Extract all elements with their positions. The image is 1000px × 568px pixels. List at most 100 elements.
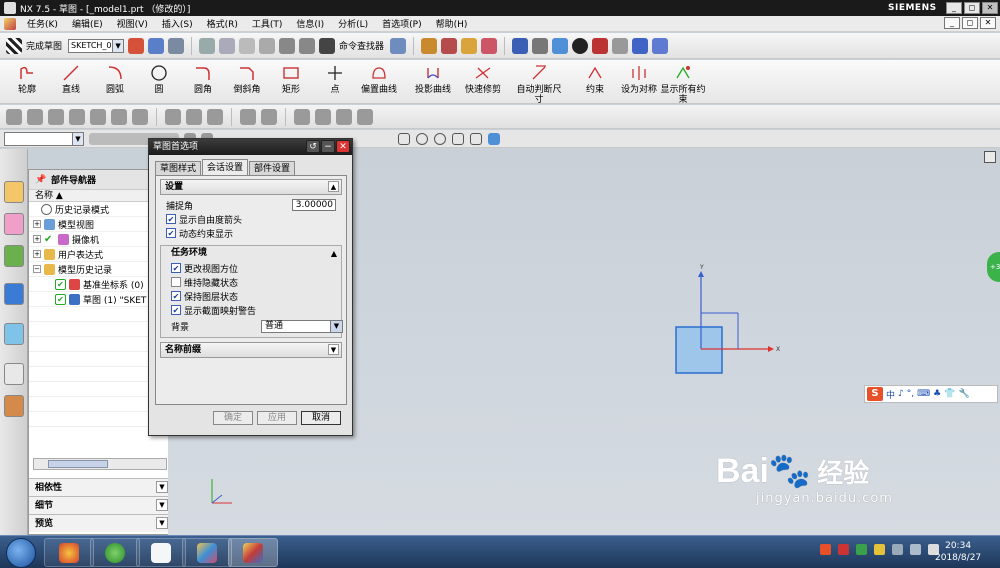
shell-icon[interactable] bbox=[207, 108, 223, 125]
revolve-icon[interactable] bbox=[27, 108, 43, 125]
tool-point[interactable]: 点 bbox=[310, 63, 360, 95]
ime-settings-icon[interactable]: 🔧 bbox=[958, 389, 969, 399]
task-paint[interactable] bbox=[182, 538, 232, 567]
ok-button[interactable]: 确定 bbox=[213, 411, 253, 425]
wcs-icon[interactable] bbox=[441, 37, 458, 54]
pin-icon[interactable]: 📌 bbox=[35, 175, 46, 185]
menu-tools[interactable]: 工具(T) bbox=[245, 17, 290, 30]
midpoint-snap-icon[interactable] bbox=[416, 132, 428, 145]
shield-tray-icon[interactable] bbox=[874, 544, 885, 555]
hole-icon[interactable] bbox=[48, 108, 64, 125]
assistant-badge[interactable]: +3 bbox=[987, 252, 1000, 282]
sketch-view-icon[interactable] bbox=[572, 37, 589, 54]
chevron-up-icon[interactable]: ▲ bbox=[331, 247, 337, 261]
split-body-icon[interactable] bbox=[261, 108, 277, 125]
keep-layer-checkbox[interactable]: ✔ bbox=[171, 291, 181, 301]
menu-task[interactable]: 任务(K) bbox=[20, 17, 65, 30]
menu-help[interactable]: 帮助(H) bbox=[429, 17, 475, 30]
task-document[interactable] bbox=[136, 538, 186, 567]
chevron-down-icon[interactable]: ▼ bbox=[72, 132, 83, 145]
finish-sketch-icon[interactable] bbox=[6, 37, 22, 54]
sketch-name-select[interactable]: SKETCH_000 ▼ bbox=[68, 38, 125, 53]
chevron-down-icon[interactable]: ▼ bbox=[328, 344, 339, 355]
copy-icon[interactable] bbox=[239, 37, 256, 54]
volume-tray-icon[interactable] bbox=[910, 544, 921, 555]
section-warning-checkbox[interactable]: ✔ bbox=[171, 305, 181, 315]
triangle-icon[interactable] bbox=[336, 108, 352, 125]
tab-part-settings[interactable]: 部件设置 bbox=[249, 161, 296, 175]
ime-moon-icon[interactable]: ♪ bbox=[898, 389, 904, 399]
task-environment-header[interactable]: 任务环境 ▲ bbox=[161, 246, 341, 260]
orient-view-icon[interactable] bbox=[128, 37, 145, 54]
section-dependencies[interactable]: 相依性 ▼ bbox=[29, 478, 170, 496]
alert-tray-icon[interactable] bbox=[838, 544, 849, 555]
expand-icon[interactable]: + bbox=[33, 220, 41, 228]
scrollbar-thumb[interactable] bbox=[48, 460, 108, 468]
tool-rectangle[interactable]: 矩形 bbox=[266, 63, 316, 95]
dialog-close-button[interactable]: ✕ bbox=[336, 140, 350, 153]
expand-icon[interactable]: + bbox=[33, 235, 41, 243]
cut-icon[interactable] bbox=[219, 37, 236, 54]
center-snap-icon[interactable] bbox=[434, 132, 446, 145]
checkbox-icon[interactable]: ✔ bbox=[55, 293, 66, 305]
boss-icon[interactable] bbox=[69, 108, 85, 125]
reattach-icon[interactable] bbox=[148, 37, 165, 54]
ime-tools-icon[interactable]: ♣ bbox=[933, 389, 941, 399]
tool-profile[interactable]: 轮廓 bbox=[2, 63, 52, 95]
layer-icon[interactable] bbox=[421, 37, 438, 54]
sogou-ime-icon[interactable]: S bbox=[867, 387, 883, 401]
tool-auto-dimension[interactable]: 自动判断尺寸 bbox=[514, 63, 564, 105]
endpoint-snap-icon[interactable] bbox=[398, 132, 410, 145]
menu-preferences[interactable]: 首选项(P) bbox=[375, 17, 428, 30]
slot-icon[interactable] bbox=[132, 108, 148, 125]
chevron-down-icon[interactable]: ▼ bbox=[156, 481, 168, 493]
ime-skin-icon[interactable]: 👕 bbox=[944, 389, 955, 399]
security-tray-icon[interactable] bbox=[856, 544, 867, 555]
red-cube-icon[interactable] bbox=[592, 37, 609, 54]
doc-restore-button[interactable]: ◻ bbox=[962, 17, 978, 29]
menu-insert[interactable]: 插入(S) bbox=[155, 17, 200, 30]
task-flower-app[interactable] bbox=[44, 538, 94, 567]
task-browser[interactable] bbox=[90, 538, 140, 567]
intersect-snap-icon[interactable] bbox=[452, 132, 464, 145]
tool-fillet[interactable]: 圆角 bbox=[178, 63, 228, 95]
show-dof-checkbox[interactable]: ✔ bbox=[166, 214, 176, 224]
maximize-button[interactable]: ◻ bbox=[964, 2, 980, 14]
taskbar-clock[interactable]: 20:34 2018/8/27 bbox=[935, 540, 981, 564]
point-snap-icon[interactable] bbox=[470, 132, 482, 145]
snap-angle-input[interactable]: 3.00000 bbox=[292, 199, 336, 211]
selection-filter-icon[interactable] bbox=[632, 37, 649, 54]
pad-icon[interactable] bbox=[111, 108, 127, 125]
tab-session-settings[interactable]: 会话设置 bbox=[202, 159, 249, 175]
ime-chinese[interactable]: 中 bbox=[886, 388, 895, 401]
roles-tab[interactable] bbox=[4, 395, 24, 417]
reuse-library-tab[interactable] bbox=[4, 245, 24, 267]
background-select[interactable]: 普通 ▼ bbox=[261, 319, 343, 333]
tool-offset-curve[interactable]: 偏置曲线 bbox=[354, 63, 404, 95]
dynamic-constraint-checkbox[interactable]: ✔ bbox=[166, 228, 176, 238]
cube-icon[interactable] bbox=[488, 132, 500, 145]
doc-minimize-button[interactable]: _ bbox=[944, 17, 960, 29]
maintain-hidden-checkbox[interactable] bbox=[171, 277, 181, 287]
clock-tab[interactable] bbox=[4, 363, 24, 385]
checkbox-icon[interactable]: ✔ bbox=[55, 278, 66, 290]
horizontal-scrollbar[interactable] bbox=[33, 458, 167, 470]
sogou-tray-icon[interactable] bbox=[820, 544, 831, 555]
reset-icon[interactable]: ↺ bbox=[306, 140, 320, 153]
fit-icon[interactable] bbox=[512, 37, 529, 54]
ime-keyboard-icon[interactable]: ⌨ bbox=[917, 389, 930, 399]
ruler-icon[interactable] bbox=[461, 37, 478, 54]
part-navigator-tab[interactable] bbox=[4, 213, 24, 235]
chevron-down-icon[interactable]: ▼ bbox=[330, 320, 342, 332]
ime-punct-icon[interactable]: °, bbox=[907, 389, 914, 399]
settings-group-header[interactable]: 设置 ▲ bbox=[160, 179, 342, 195]
close-button[interactable]: ✕ bbox=[982, 2, 998, 14]
menu-info[interactable]: 信息(I) bbox=[289, 17, 331, 30]
chamfer-feature-icon[interactable] bbox=[186, 108, 202, 125]
tool-arc[interactable]: 圆弧 bbox=[90, 63, 140, 95]
tool-show-constraints[interactable]: 显示所有约束 bbox=[658, 63, 708, 105]
cancel-button[interactable]: 取消 bbox=[301, 411, 341, 425]
network-tray-icon[interactable] bbox=[892, 544, 903, 555]
start-button[interactable] bbox=[6, 538, 36, 568]
sketch-rectangle[interactable] bbox=[675, 326, 723, 374]
